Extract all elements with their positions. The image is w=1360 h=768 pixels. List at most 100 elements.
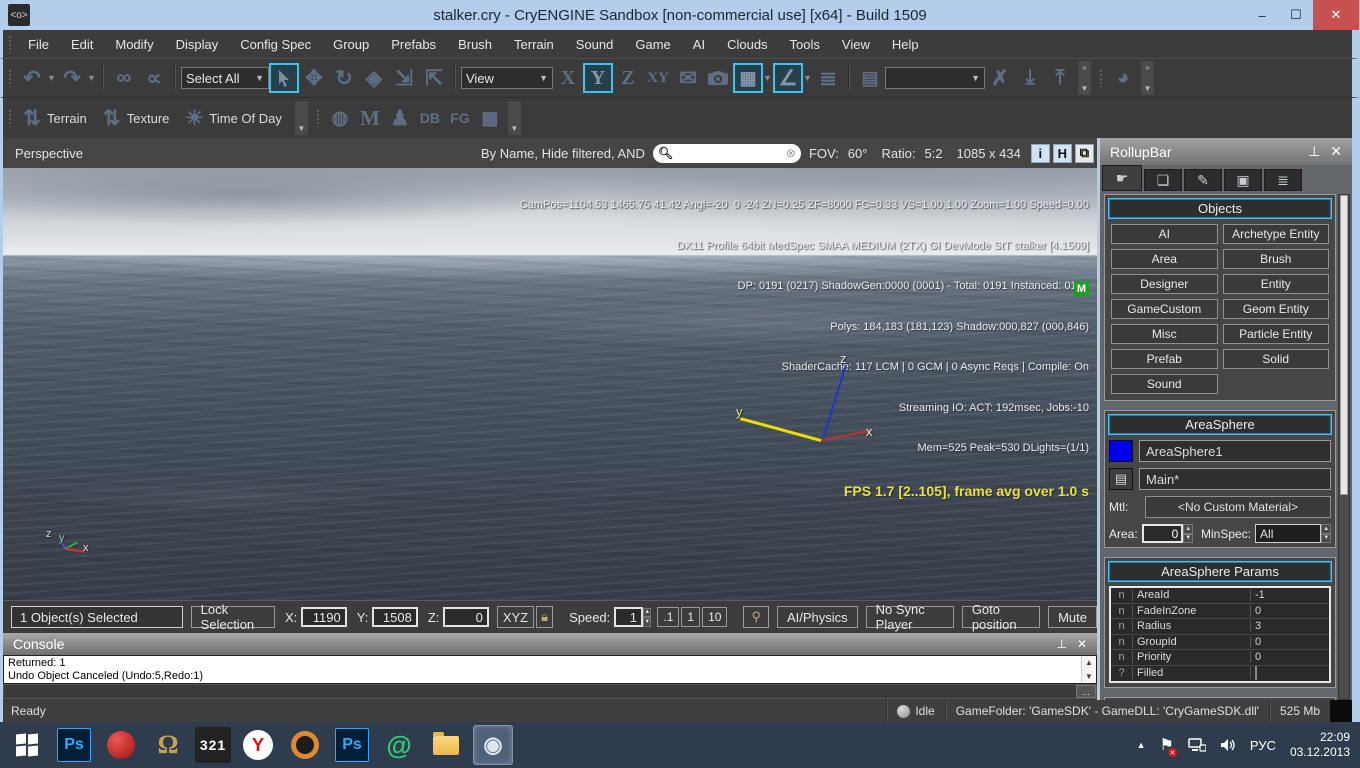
align-heights-icon[interactable]: ≣ [813, 63, 843, 93]
object-button-sound[interactable]: Sound [1111, 374, 1218, 394]
pin-icon[interactable]: ⊥ [1308, 143, 1320, 160]
globe-icon[interactable]: ◍ [325, 103, 355, 133]
taskbar-clock[interactable]: 22:09 03.12.2013 [1290, 730, 1350, 760]
snap-angle-dropdown-icon[interactable]: ▼ [803, 73, 813, 83]
select-move-icon[interactable]: ⇲ [389, 63, 419, 93]
named-selection-combo[interactable]: ▼ [885, 67, 985, 89]
resolution-value[interactable]: 1085 x 434 [957, 146, 1021, 161]
object-button-ai[interactable]: AI [1111, 224, 1218, 244]
redo-dropdown-icon[interactable]: ▼ [87, 73, 97, 83]
objects-header[interactable]: Objects [1108, 198, 1332, 219]
speed-input[interactable]: 1 [614, 607, 643, 627]
scale-tool-icon[interactable]: ◈ [359, 63, 389, 93]
param-row-areaid[interactable]: n AreaId -1 [1111, 588, 1329, 604]
texture-button[interactable]: ⇅ Texture [97, 103, 169, 133]
object-button-designer[interactable]: Designer [1111, 274, 1218, 294]
param-row-groupid[interactable]: n GroupId 0 [1111, 635, 1329, 650]
object-button-solid[interactable]: Solid [1222, 349, 1329, 369]
taskbar-yandex-icon[interactable]: Y [238, 725, 278, 765]
z-coordinate-input[interactable]: 0 [443, 607, 489, 627]
network-icon[interactable] [1188, 738, 1206, 752]
object-button-geom-entity[interactable]: Geom Entity [1222, 299, 1329, 319]
area-spinner[interactable]: ▲ ▼ [1183, 524, 1194, 543]
toolbar-overflow[interactable]: » ▼ [1141, 61, 1154, 95]
database-view-icon[interactable]: DB [415, 103, 445, 133]
menu-config-spec[interactable]: Config Spec [229, 32, 322, 57]
menu-game[interactable]: Game [624, 32, 681, 57]
object-button-gamecustom[interactable]: GameCustom [1111, 299, 1218, 319]
menu-display[interactable]: Display [165, 32, 230, 57]
export-level-icon[interactable]: ⤒ [1045, 63, 1075, 93]
param-row-priority[interactable]: n Priority 0 [1111, 650, 1329, 666]
lock-xy-plane-button[interactable]: XY [643, 63, 673, 93]
console-more-button[interactable]: ... [1076, 685, 1096, 698]
xyz-coords-button[interactable]: XYZ [496, 606, 535, 628]
clear-selection-icon[interactable]: ✗ [985, 63, 1015, 93]
object-name-field[interactable]: AreaSphere1 [1139, 440, 1331, 462]
rollup-scrollbar[interactable] [1338, 194, 1350, 700]
move-tool-icon[interactable]: ✥ [299, 63, 329, 93]
ai-physics-button[interactable]: AI/Physics [776, 606, 858, 628]
menu-edit[interactable]: Edit [60, 32, 104, 57]
toolbar-grip[interactable] [8, 35, 13, 53]
menu-ai[interactable]: AI [682, 32, 716, 57]
undo-icon[interactable]: ↶ [17, 63, 47, 93]
speed-preset-1[interactable]: 1 [681, 607, 701, 627]
link-icon[interactable]: ∞ [109, 63, 139, 93]
restore-viewport-icon[interactable]: ⧉ [1074, 143, 1094, 163]
view-combo[interactable]: View ▼ [461, 67, 553, 89]
selection-mode-combo[interactable]: Select All ▼ [181, 67, 269, 89]
language-indicator[interactable]: РУС [1250, 738, 1276, 753]
mute-button[interactable]: Mute [1048, 606, 1097, 628]
toolbar-grip[interactable] [315, 109, 321, 127]
scroll-down-icon[interactable]: ▼ [1085, 670, 1093, 683]
layer-icon[interactable]: ▤ [1109, 468, 1133, 490]
object-button-entity[interactable]: Entity [1222, 274, 1329, 294]
character-editor-icon[interactable]: ♟ [385, 103, 415, 133]
menu-file[interactable]: File [17, 32, 60, 57]
named-selection-icon[interactable]: ▤ [855, 63, 885, 93]
viewport-search[interactable]: 🔍︎ ⊗ [652, 143, 801, 163]
snap-grid-icon[interactable]: ▦ [733, 63, 763, 93]
flow-graph-icon[interactable]: FG [445, 103, 475, 133]
snap-grid-dropdown-icon[interactable]: ▼ [763, 73, 773, 83]
taskbar-explorer-icon[interactable] [426, 725, 466, 765]
redo-icon[interactable]: ↷ [57, 63, 87, 93]
taskbar-player321-icon[interactable]: 321 [195, 727, 231, 763]
save-level-icon[interactable]: ⤓ [1015, 63, 1045, 93]
rotate-tool-icon[interactable]: ↻ [329, 63, 359, 93]
object-button-prefab[interactable]: Prefab [1111, 349, 1218, 369]
clear-search-icon[interactable]: ⊗ [786, 146, 796, 160]
toolbar-overflow[interactable]: » ▼ [1078, 61, 1091, 95]
scrollbar-thumb[interactable] [1340, 195, 1348, 495]
menu-prefabs[interactable]: Prefabs [380, 32, 447, 57]
helpers-toggle-button[interactable]: H [1052, 143, 1072, 163]
tab-layers[interactable]: ≣ [1264, 169, 1302, 191]
lock-x-axis-button[interactable]: X [553, 63, 583, 93]
snap-angle-icon[interactable]: ∠ [773, 63, 803, 93]
lock-y-axis-button[interactable]: Y [583, 63, 613, 93]
time-of-day-button[interactable]: ☀ Time Of Day [179, 103, 282, 133]
taskbar-photoshop2-icon[interactable]: Ps [332, 725, 372, 765]
speed-preset-10[interactable]: 10 [702, 607, 728, 627]
object-button-area[interactable]: Area [1111, 249, 1218, 269]
perspective-viewport[interactable]: CamPos=1104.53 1465.75 41.42 Angl=-20 0 … [3, 168, 1097, 600]
toolbar-overflow[interactable]: ▼ [507, 101, 521, 135]
speed-preset-01[interactable]: .1 [657, 607, 680, 627]
y-coordinate-input[interactable]: 1508 [372, 607, 418, 627]
tab-terrain[interactable]: ❏ [1144, 169, 1182, 191]
speed-spinner[interactable]: ▲ ▼ [643, 607, 652, 627]
object-select-icon[interactable]: ◕ [1108, 63, 1138, 93]
object-button-misc[interactable]: Misc [1111, 324, 1218, 344]
object-button-brush[interactable]: Brush [1222, 249, 1329, 269]
taskbar-media-player-icon[interactable] [101, 725, 141, 765]
minspec-combo[interactable]: All [1255, 524, 1322, 543]
close-panel-icon[interactable]: ✕ [1077, 637, 1087, 651]
follow-terrain-icon[interactable]: ✉ [673, 63, 703, 93]
volume-icon[interactable] [1220, 738, 1236, 752]
mannequin-icon[interactable]: M [355, 103, 385, 133]
layout-grid-icon[interactable]: ▩ [475, 103, 505, 133]
ratio-value[interactable]: 5:2 [924, 146, 942, 161]
console-scrollbar[interactable]: ▲ ▼ [1081, 656, 1096, 683]
param-row-radius[interactable]: n Radius 3 [1111, 619, 1329, 635]
